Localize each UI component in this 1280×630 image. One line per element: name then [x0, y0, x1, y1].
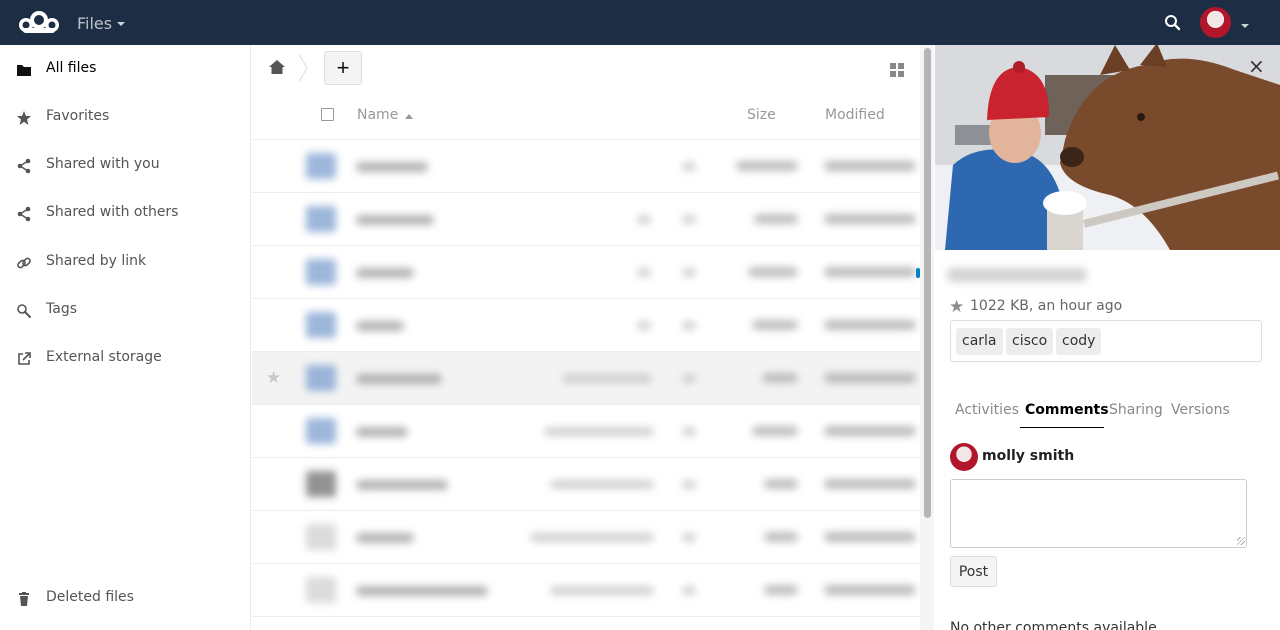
blurred-row-content [292, 405, 920, 458]
tags-input[interactable]: carla cisco cody [950, 320, 1262, 362]
file-list-scrollbar[interactable] [920, 45, 934, 630]
file-list-header: Name Size Modified [252, 93, 920, 140]
favorite-star-icon[interactable]: ★ [949, 297, 964, 317]
active-tab-indicator [1020, 427, 1104, 428]
file-name-blurred [947, 268, 1087, 282]
tag-chip[interactable]: carla [956, 328, 1003, 355]
blurred-row-content [292, 564, 920, 617]
table-row[interactable]: ★ [252, 352, 920, 405]
close-icon[interactable]: × [1248, 56, 1265, 76]
table-row[interactable] [252, 140, 920, 193]
sidebar-item-external-storage[interactable]: External storage [0, 335, 250, 379]
tab-sharing[interactable]: Sharing [1109, 402, 1163, 418]
star-icon [17, 111, 31, 125]
sidebar-item-shared-with-you[interactable]: Shared with you [0, 142, 250, 186]
tab-activities[interactable]: Activities [955, 402, 1019, 418]
comment-input[interactable] [950, 479, 1247, 548]
search-icon[interactable] [1163, 13, 1183, 33]
commenter-name: molly smith [982, 448, 1075, 464]
blurred-row-content [292, 193, 920, 246]
grid-view-icon[interactable] [889, 62, 905, 78]
home-icon[interactable] [269, 59, 285, 75]
sidebar-item-shared-with-others[interactable]: Shared with others [0, 190, 250, 234]
link-icon [17, 257, 31, 269]
sidebar-item-label: External storage [46, 349, 162, 365]
blurred-row-content [292, 246, 920, 299]
blurred-row-content [292, 299, 920, 352]
sidebar-item-label: Deleted files [46, 589, 134, 605]
chevron-down-icon[interactable] [1241, 24, 1249, 28]
chevron-down-icon[interactable] [117, 22, 125, 26]
controls-bar: + [252, 45, 920, 93]
app-menu-title[interactable]: Files [77, 14, 112, 33]
breadcrumb-separator-icon [298, 53, 308, 83]
tag-chip[interactable]: cisco [1006, 328, 1054, 355]
new-file-button[interactable]: + [324, 51, 362, 85]
folder-icon [17, 65, 31, 76]
tag-chip[interactable]: cody [1056, 328, 1102, 355]
file-size-and-date: 1022 KB, an hour ago [970, 298, 1123, 314]
table-row[interactable] [252, 246, 920, 299]
details-sidebar: × ★ 1022 KB, an hour ago carla cisco cod… [935, 45, 1280, 630]
sidebar-item-label: Tags [46, 301, 77, 317]
share-icon [17, 206, 31, 222]
trash-icon [19, 592, 29, 606]
sidebar-item-label: Shared with you [46, 156, 160, 172]
scrollbar-thumb[interactable] [924, 48, 931, 518]
sort-ascending-icon[interactable] [405, 114, 413, 119]
table-row[interactable] [252, 299, 920, 352]
tab-comments[interactable]: Comments [1025, 402, 1109, 418]
tag-icon [17, 304, 31, 318]
resize-handle-icon[interactable] [1237, 537, 1245, 545]
sidebar-item-tags[interactable]: Tags [0, 287, 250, 331]
sidebar-item-label: Shared with others [46, 204, 179, 220]
avatar[interactable] [1200, 7, 1231, 38]
preview-photo [935, 45, 1280, 250]
sidebar-item-all-files[interactable]: All files [0, 46, 250, 90]
table-row[interactable] [252, 193, 920, 246]
sidebar-item-label: Favorites [46, 108, 110, 124]
file-list: ★ [252, 140, 920, 630]
table-row[interactable] [252, 405, 920, 458]
no-comments-message: No other comments available [950, 620, 1157, 630]
column-size[interactable]: Size [747, 107, 776, 123]
external-link-icon [18, 352, 31, 365]
table-row[interactable] [252, 511, 920, 564]
tab-versions[interactable]: Versions [1171, 402, 1230, 418]
table-row[interactable] [252, 564, 920, 617]
sidebar-item-label: All files [46, 60, 97, 76]
blurred-row-content [292, 511, 920, 564]
sidebar-item-deleted-files[interactable]: Deleted files [0, 575, 250, 619]
share-icon [17, 158, 31, 174]
sidebar: All files Favorites Shared with you Shar… [0, 45, 251, 630]
blurred-row-content [292, 352, 920, 405]
blurred-row-content [292, 140, 920, 193]
top-header: Files [0, 0, 1280, 45]
column-modified[interactable]: Modified [825, 107, 885, 123]
avatar [950, 443, 978, 471]
select-all-checkbox[interactable] [321, 108, 334, 121]
logo-icon[interactable] [13, 8, 65, 36]
column-name[interactable]: Name [357, 107, 398, 123]
blurred-row-content [292, 458, 920, 511]
favorite-star-icon[interactable]: ★ [266, 368, 281, 388]
post-comment-button[interactable]: Post [950, 556, 997, 587]
table-row[interactable] [252, 458, 920, 511]
sidebar-item-shared-by-link[interactable]: Shared by link [0, 239, 250, 283]
sidebar-item-label: Shared by link [46, 253, 147, 269]
file-preview-image [935, 45, 1280, 250]
sidebar-item-favorites[interactable]: Favorites [0, 94, 250, 138]
